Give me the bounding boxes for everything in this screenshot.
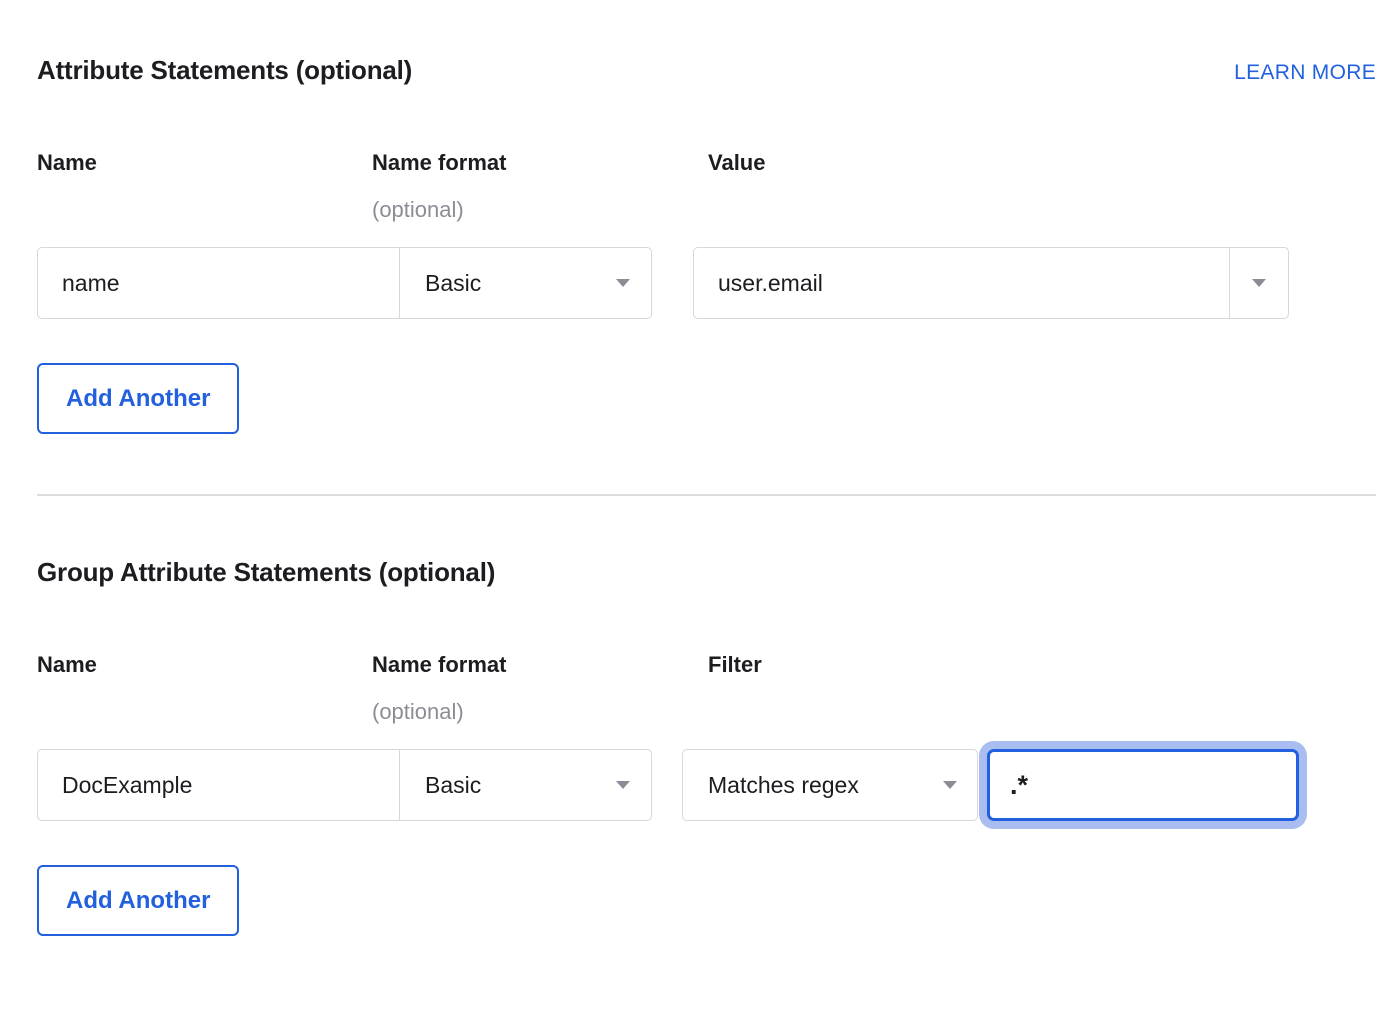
dropdown-arrow-icon — [616, 279, 630, 287]
filter-regex-input[interactable] — [987, 749, 1299, 821]
learn-more-link[interactable]: LEARN MORE — [1234, 60, 1376, 86]
name-and-format-group: Basic — [37, 749, 652, 821]
attribute-statements-section: Attribute Statements (optional) LEARN MO… — [37, 54, 1384, 434]
group-attribute-statements-section: Group Attribute Statements (optional) Na… — [37, 556, 1384, 936]
dropdown-arrow-icon — [1252, 279, 1266, 287]
add-another-attribute-button[interactable]: Add Another — [37, 363, 239, 434]
column-labels-row: Name Name format (optional) Value — [37, 150, 1384, 223]
name-column-label: Name — [37, 652, 372, 678]
column-labels-row: Name Name format (optional) Filter — [37, 652, 1384, 725]
attribute-name-input[interactable] — [38, 248, 399, 318]
name-format-selected-value: Basic — [425, 772, 481, 799]
attribute-statements-title: Attribute Statements (optional) — [37, 54, 412, 86]
value-column-label: Value — [708, 150, 1384, 176]
attribute-statement-row: Basic — [37, 247, 1384, 319]
group-attribute-name-input[interactable] — [38, 750, 399, 820]
section-header: Group Attribute Statements (optional) — [37, 556, 1376, 588]
group-attribute-statement-row: Basic Matches regex — [37, 749, 1384, 821]
name-format-select[interactable]: Basic — [400, 248, 651, 318]
section-header: Attribute Statements (optional) LEARN MO… — [37, 54, 1376, 86]
filter-column-label: Filter — [708, 652, 1384, 678]
name-column-label: Name — [37, 150, 372, 176]
dropdown-arrow-icon — [616, 781, 630, 789]
name-format-select[interactable]: Basic — [400, 750, 651, 820]
name-format-selected-value: Basic — [425, 270, 481, 297]
attribute-value-input[interactable] — [694, 248, 1229, 318]
name-format-optional-note: (optional) — [372, 197, 708, 223]
filter-type-select[interactable]: Matches regex — [682, 749, 978, 821]
filter-type-selected-value: Matches regex — [708, 772, 859, 799]
section-divider — [37, 494, 1376, 496]
value-combo-group — [693, 247, 1289, 319]
saml-attribute-statements-page: Attribute Statements (optional) LEARN MO… — [0, 54, 1384, 960]
group-attribute-statements-title: Group Attribute Statements (optional) — [37, 556, 495, 588]
add-another-group-attribute-button[interactable]: Add Another — [37, 865, 239, 936]
name-format-column-label: Name format — [372, 652, 708, 678]
value-dropdown-toggle[interactable] — [1230, 248, 1288, 318]
name-format-column-label: Name format — [372, 150, 708, 176]
name-and-format-group: Basic — [37, 247, 652, 319]
name-format-optional-note: (optional) — [372, 699, 708, 725]
dropdown-arrow-icon — [943, 781, 957, 789]
